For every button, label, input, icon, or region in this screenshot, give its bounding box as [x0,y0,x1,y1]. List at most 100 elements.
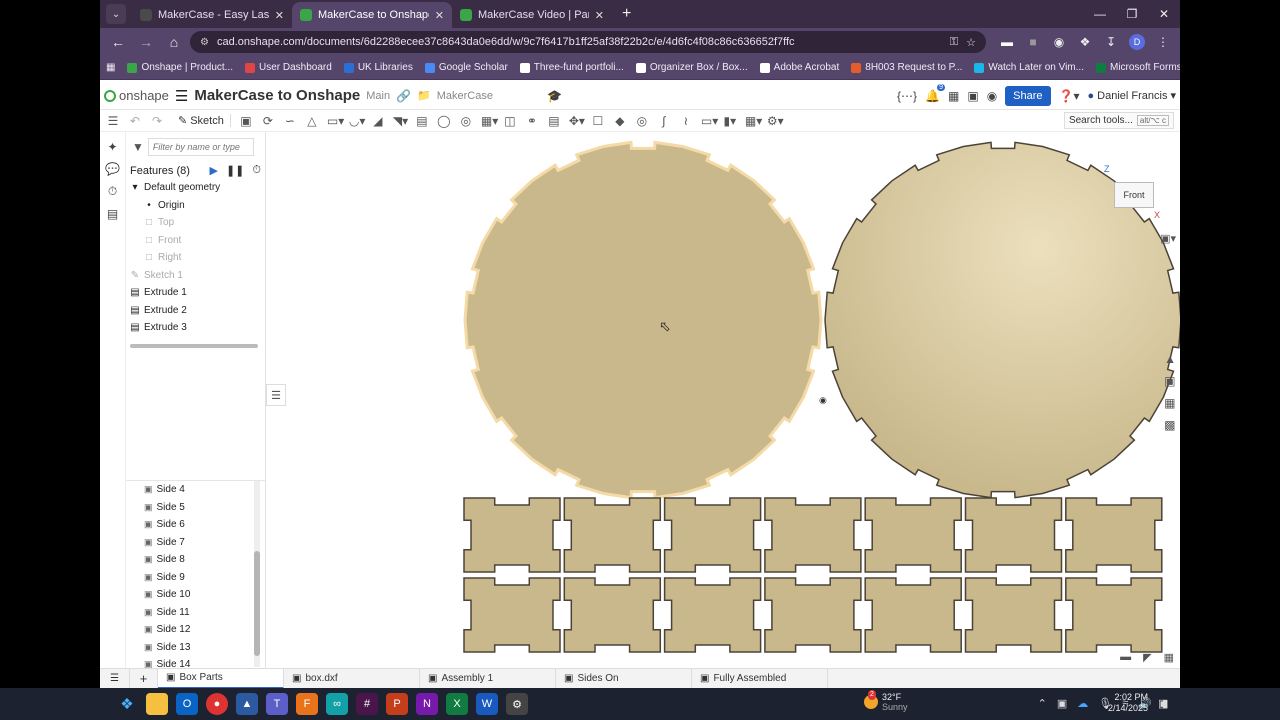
tray-chevron-icon[interactable]: ⌃ [1038,697,1047,710]
extension-icon[interactable]: ◉ [1048,31,1070,53]
graphics-area[interactable]: ☰ Z X Front ▣▾ ▲ ▣ ▦ ▩ ◉ ▬ ◤ ▦ ⬁ [266,132,1180,668]
feature-tree-item[interactable]: ✎ Sketch 1 [126,267,265,285]
extension-icon[interactable]: ■ [1022,31,1044,53]
add-folder-icon[interactable]: ▶ [210,164,218,177]
bookmark-star-icon[interactable]: ☆ [966,36,976,49]
loft-icon[interactable]: △ [305,114,319,128]
notification-center-icon[interactable]: ▣ [1158,697,1168,710]
link-icon[interactable]: 🔗 [396,89,411,103]
chamfer-icon[interactable]: ◢ [371,114,385,128]
minimize-icon[interactable]: — [1084,0,1116,28]
filter-input[interactable] [147,138,254,156]
side-panel-part[interactable] [964,577,1063,653]
helix-icon[interactable]: ∫ [657,114,671,128]
close-tab-icon[interactable]: ✕ [435,9,444,22]
configuration-icon[interactable]: ▩ [1164,418,1176,432]
part-list-item[interactable]: ▣ Side 6 [126,516,266,534]
feature-list-toggle-icon[interactable]: ☰ [106,114,120,128]
top-panel-part[interactable] [463,140,823,500]
fusion-icon[interactable]: F [296,693,318,715]
notifications-bell-icon[interactable]: 🔔 9 [925,83,945,103]
part-list-item[interactable]: ▣ Side 12 [126,621,266,639]
globe-icon[interactable]: ◉ [987,89,997,103]
appearance-icon[interactable]: ▲ [1164,352,1176,366]
help-icon[interactable]: ❓▾ [1059,89,1080,103]
revolve-icon[interactable]: ⟳ [261,114,275,128]
redo-icon[interactable]: ↷ [150,114,164,128]
browser-tab[interactable]: MakerCase - Easy Laser Cut Ca ✕ [132,2,292,28]
vpn-icon[interactable]: ▲ [236,693,258,715]
side-panel-part[interactable] [663,577,762,653]
tab-menu-icon[interactable]: ☰ [100,668,130,689]
pause-icon[interactable]: ❚❚ [226,164,244,177]
undo-icon[interactable]: ↶ [128,114,142,128]
draft-icon[interactable]: ◥▾ [393,114,408,128]
branch-name[interactable]: Main [366,90,390,102]
part-list-item[interactable]: ▣ Side 7 [126,534,266,552]
home-icon[interactable]: ⌂ [162,30,186,54]
extension-icon[interactable]: ▬ [996,31,1018,53]
display-mode-icon[interactable]: ▣▾ [1160,232,1176,245]
mass-properties-icon[interactable]: ▦ [1164,396,1176,410]
parts-list-toggle-icon[interactable]: ☰ [266,384,286,406]
document-tab[interactable]: ▣ Assembly 1 [420,668,556,689]
comments-icon[interactable]: 💬 [100,162,125,176]
file-explorer-icon[interactable] [146,693,168,715]
extrude-icon[interactable]: ▣ [239,114,253,128]
folder-name[interactable]: MakerCase [437,90,493,102]
browser-tab[interactable]: MakerCase Video | Part Studio ✕ [452,2,612,28]
history-icon[interactable]: ⏱ [100,184,125,199]
parts-canvas[interactable] [266,132,1180,668]
side-panel-part[interactable] [764,497,862,573]
bookmark-item[interactable]: UK Libraries [343,62,413,73]
outlook-icon[interactable]: O [176,693,198,715]
part-list-item[interactable]: ▣ Side 8 [126,551,266,569]
url-field[interactable]: ⚙ cad.onshape.com/documents/6d2288ecee37… [190,31,986,53]
side-panel-part[interactable] [663,497,762,573]
hamburger-menu-icon[interactable]: ☰ [175,87,188,105]
side-panel-part[interactable] [764,577,862,653]
transform-icon[interactable]: ✥▾ [569,114,585,128]
feature-tree-item[interactable]: □ Front [126,232,265,250]
bookmark-item[interactable]: 8H003 Request to P... [851,62,962,73]
fillet-icon[interactable]: ◡▾ [349,114,366,128]
named-views-icon[interactable]: ▦ [1164,651,1174,664]
app-store-icon[interactable]: ▣ [967,89,978,103]
side-panel-part[interactable] [1065,577,1163,653]
weather-widget[interactable]: 2 32°F Sunny [864,690,908,712]
new-tab-button[interactable]: + [622,5,631,23]
more-menu-icon[interactable]: ⋮ [1152,31,1174,53]
sketch-button[interactable]: ✎ Sketch [172,114,231,127]
add-tab-button[interactable]: + [130,668,158,689]
browser-tab[interactable]: MakerCase to Onshape | Box P ✕ [292,2,452,28]
section-view-icon[interactable]: ◤ [1143,651,1151,664]
word-icon[interactable]: W [476,693,498,715]
side-panel-part[interactable] [463,497,561,573]
horizontal-scrollbar[interactable] [130,344,258,348]
plane-icon[interactable]: ◆ [613,114,627,128]
side-panel-part[interactable] [864,497,962,573]
view-cube[interactable]: Z X Front [1096,164,1160,220]
side-panel-part[interactable] [864,577,962,653]
part-list-item[interactable]: ▣ Side 10 [126,586,266,604]
close-tab-icon[interactable]: ✕ [275,9,284,22]
thicken-icon[interactable]: ▭▾ [327,114,344,128]
onshape-logo[interactable]: onshape [104,88,169,103]
surface-icon[interactable]: ▭▾ [701,114,718,128]
properties-icon[interactable]: ▤ [100,207,125,221]
profile-avatar[interactable]: D [1126,31,1148,53]
scroll-thumb[interactable] [254,551,260,656]
learning-cap-icon[interactable]: 🎓 [547,89,562,103]
clock[interactable]: 2:02 PM 2/14/2025 [1108,692,1148,714]
curve-icon[interactable]: ≀ [679,114,693,128]
close-window-icon[interactable]: ✕ [1148,0,1180,28]
user-menu[interactable]: ● Daniel Francis ▾ [1088,89,1177,103]
mate-connector-icon[interactable]: ◎ [635,114,649,128]
featurescript-icon[interactable]: {⋯} [897,89,917,103]
feature-tree-item[interactable]: □ Right [126,249,265,267]
close-tab-icon[interactable]: ✕ [595,9,604,22]
chrome-icon[interactable]: ● [206,693,228,715]
teams-icon[interactable]: T [266,693,288,715]
excel-icon[interactable]: X [446,693,468,715]
bookmark-item[interactable]: Onshape | Product... [127,62,233,73]
